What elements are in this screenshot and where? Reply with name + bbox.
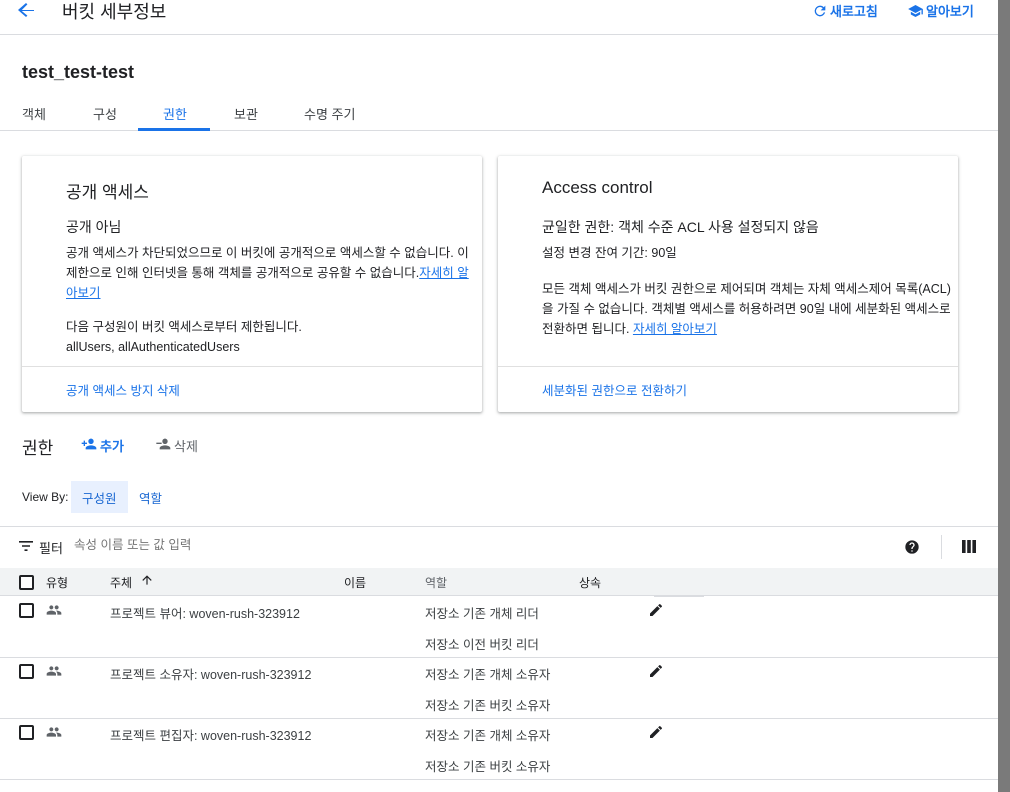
tab-permissions[interactable]: 권한 <box>163 104 187 123</box>
toolbar-divider <box>941 535 942 559</box>
view-by-principal-chip[interactable]: 구성원 <box>71 481 128 513</box>
row-checkbox[interactable] <box>19 664 34 679</box>
access-control-card-divider <box>498 366 958 367</box>
access-control-description: 모든 객체 액세스가 버킷 권한으로 제어되며 객체는 자체 액세스제어 목록(… <box>542 279 952 339</box>
filter-bar-top-divider <box>0 526 998 527</box>
public-access-description-text: 제한으로 인해 인터넷을 통해 객체를 공개적으로 공유할 수 없습니다. <box>66 266 420 280</box>
row-role: 저장소 기존 개체 소유자 <box>425 729 551 743</box>
public-access-learn-more-link[interactable]: 자세히 알 <box>419 266 468 280</box>
person-remove-icon <box>154 436 172 455</box>
access-control-title: Access control <box>542 178 653 197</box>
row-principal: 프로젝트 편집자: woven-rush-323912 <box>110 729 312 743</box>
access-control-description-line2: 을 가질 수 없습니다. 객체별 액세스를 허용하려면 90일 내에 세분화된 … <box>542 302 951 316</box>
add-label: 추가 <box>100 439 124 454</box>
public-access-card-divider <box>22 366 482 367</box>
edit-icon[interactable] <box>648 663 664 684</box>
public-access-description-line1: 공개 액세스가 차단되었으므로 이 버킷에 공개적으로 액세스할 수 없습니다.… <box>66 246 469 260</box>
tab-retention[interactable]: 보관 <box>234 104 258 123</box>
access-control-learn-more-link[interactable]: 자세히 알아보기 <box>633 322 717 336</box>
row-principal: 프로젝트 뷰어: woven-rush-323912 <box>110 607 300 621</box>
remove-public-access-prevention-button[interactable]: 공개 액세스 방지 삭제 <box>66 380 180 399</box>
public-access-learn-more-link-cont[interactable]: 아보기 <box>66 286 101 300</box>
school-icon <box>907 3 924 19</box>
access-control-description-line1: 모든 객체 액세스가 버킷 권한으로 제어되며 객체는 자체 액세스제어 목록(… <box>542 282 951 296</box>
public-access-title: 공개 액세스 <box>66 183 149 202</box>
add-principal-button[interactable]: 추가 <box>80 436 124 455</box>
column-header-role[interactable]: 역할 <box>425 574 447 591</box>
row-principal: 프로젝트 소유자: woven-rush-323912 <box>110 668 312 682</box>
restricted-members-label: 다음 구성원이 버킷 액세스로부터 제한됩니다. <box>66 320 302 334</box>
edit-icon[interactable] <box>648 724 664 745</box>
tab-lifecycle[interactable]: 수명 주기 <box>304 104 355 123</box>
column-header-principal[interactable]: 주체 <box>110 574 132 591</box>
access-control-remaining: 설정 변경 잔여 기간: 90일 <box>542 246 677 260</box>
page-title: 버킷 세부정보 <box>62 2 167 22</box>
public-access-description-line3: 아보기 <box>66 283 471 303</box>
row-role: 저장소 기존 개체 소유자 <box>425 668 551 682</box>
row-role: 저장소 기존 버킷 소유자 <box>425 699 551 713</box>
row-divider <box>0 657 998 658</box>
row-checkbox[interactable] <box>19 603 34 618</box>
public-access-status: 공개 아님 <box>66 219 122 235</box>
view-by-role-chip[interactable]: 역할 <box>128 481 173 513</box>
row-role: 저장소 이전 버킷 리더 <box>425 638 539 652</box>
row-divider <box>0 718 998 719</box>
column-display-icon[interactable] <box>962 540 976 558</box>
group-icon <box>46 603 62 621</box>
view-by-label: View By: <box>22 490 69 504</box>
bucket-name: test_test-test <box>22 62 135 82</box>
row-divider <box>0 779 998 780</box>
permissions-title: 권한 <box>22 439 54 458</box>
access-control-description-text: 전환하면 됩니다. <box>542 322 630 336</box>
back-arrow-icon[interactable] <box>14 0 38 22</box>
refresh-button[interactable]: 새로고침 <box>812 1 878 20</box>
public-access-description: 공개 액세스가 차단되었으므로 이 버킷에 공개적으로 액세스할 수 없습니다.… <box>66 243 471 303</box>
filter-input[interactable] <box>74 538 374 552</box>
row-role: 저장소 기존 버킷 소유자 <box>425 760 551 774</box>
group-icon <box>46 664 62 682</box>
column-header-inheritance[interactable]: 상속 <box>579 574 601 591</box>
person-add-icon <box>80 436 98 455</box>
access-control-description-line3: 전환하면 됩니다. 자세히 알아보기 <box>542 319 952 339</box>
refresh-icon <box>812 3 828 19</box>
filter-label: 필터 <box>39 541 63 556</box>
restricted-members-list: allUsers, allAuthenticatedUsers <box>66 340 240 354</box>
learn-button[interactable]: 알아보기 <box>907 1 974 20</box>
active-tab-indicator <box>138 128 210 131</box>
refresh-label: 새로고침 <box>830 4 878 19</box>
tab-configuration[interactable]: 구성 <box>93 104 117 123</box>
filter-icon <box>18 539 34 558</box>
select-all-checkbox[interactable] <box>19 575 34 590</box>
switch-to-fine-grained-button[interactable]: 세분화된 권한으로 전환하기 <box>542 380 687 399</box>
group-icon <box>46 725 62 743</box>
window-edge <box>998 0 1010 792</box>
column-header-name[interactable]: 이름 <box>344 574 366 591</box>
tab-objects[interactable]: 객체 <box>22 104 46 123</box>
column-header-type[interactable]: 유형 <box>46 574 68 591</box>
delete-label: 삭제 <box>174 439 198 454</box>
row-checkbox[interactable] <box>19 725 34 740</box>
edit-icon[interactable] <box>648 602 664 623</box>
row-edit-top-line <box>654 596 704 597</box>
row-role: 저장소 기존 개체 리더 <box>425 607 539 621</box>
access-control-status: 균일한 권한: 객체 수준 ACL 사용 설정되지 않음 <box>542 219 819 235</box>
help-icon[interactable] <box>904 539 920 560</box>
public-access-description-line2: 제한으로 인해 인터넷을 통해 객체를 공개적으로 공유할 수 없습니다.자세히… <box>66 263 471 283</box>
remove-principal-button[interactable]: 삭제 <box>154 436 198 455</box>
sort-ascending-icon[interactable] <box>140 573 154 592</box>
learn-label: 알아보기 <box>926 4 974 19</box>
